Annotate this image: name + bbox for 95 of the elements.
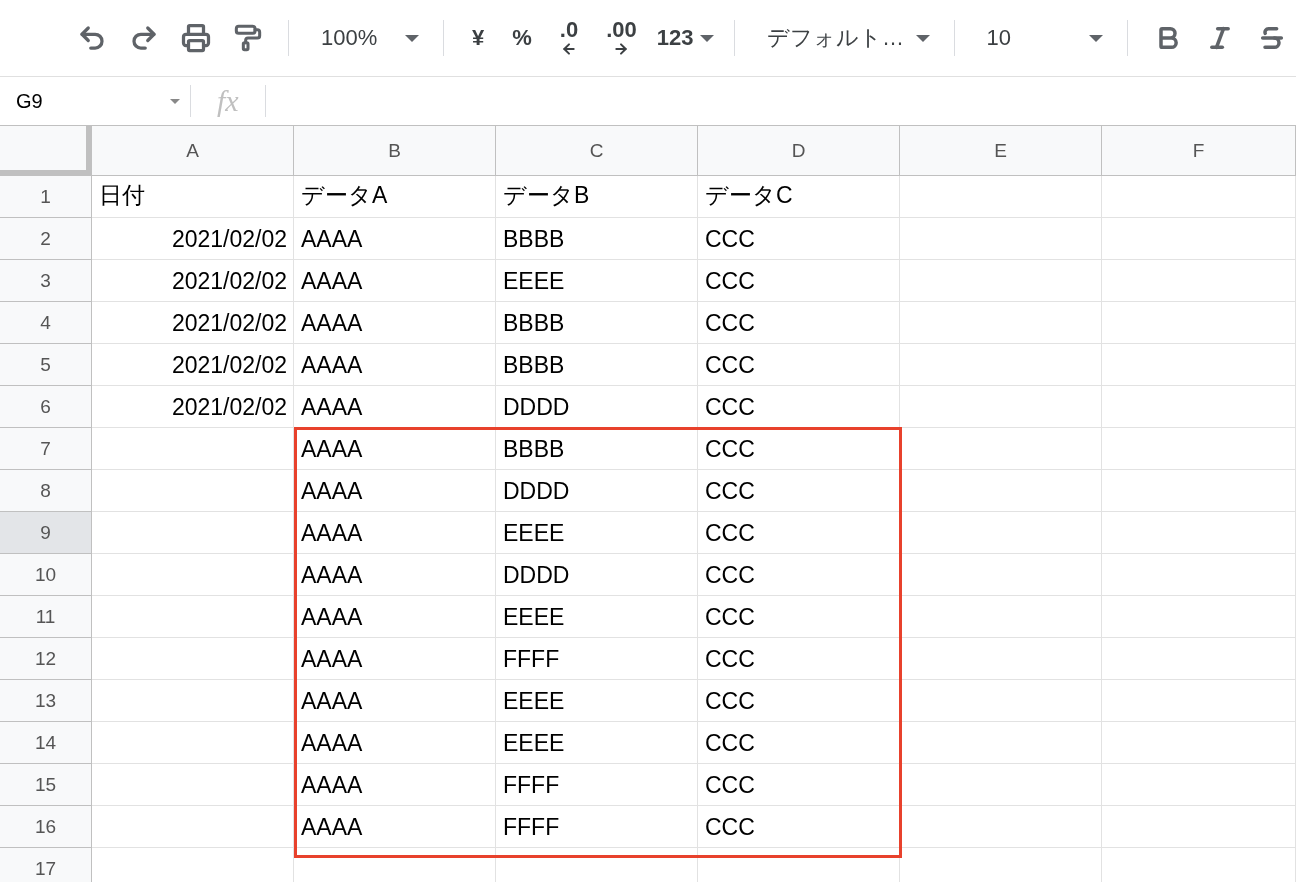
row-header[interactable]: 1	[0, 176, 92, 218]
table-cell: EEEE	[496, 512, 698, 554]
table-cell: CCC	[698, 722, 900, 764]
caret-icon	[915, 34, 930, 42]
currency-button[interactable]: ¥	[459, 18, 497, 58]
table-cell: BBBB	[496, 344, 698, 386]
row-header[interactable]: 7	[0, 428, 92, 470]
row-header[interactable]: 10	[0, 554, 92, 596]
table-cell: CCC	[698, 302, 900, 344]
table-cell: AAAA	[294, 512, 496, 554]
table-cell: AAAA	[294, 596, 496, 638]
paint-roller-icon	[234, 24, 263, 52]
table-cell: FFFF	[496, 764, 698, 806]
caret-icon	[405, 34, 420, 42]
caret-icon	[170, 98, 180, 104]
table-cell: AAAA	[294, 386, 496, 428]
printer-icon	[181, 23, 212, 53]
table-cell: AAAA	[294, 218, 496, 260]
undo-icon	[77, 23, 107, 53]
fx-label: fx	[216, 84, 240, 118]
format-dropdown[interactable]: 123	[652, 18, 718, 58]
table-cell: データC	[698, 176, 900, 218]
table-cell: データA	[294, 176, 496, 218]
table-cell: AAAA	[294, 344, 496, 386]
table-cell: AAAA	[294, 302, 496, 344]
table-cell: AAAA	[294, 260, 496, 302]
table-cell: データB	[496, 176, 698, 218]
table-cell: AAAA	[294, 680, 496, 722]
decrease-decimals-button[interactable]: .0	[547, 18, 591, 58]
row-header[interactable]: 8	[0, 470, 92, 512]
table-cell: CCC	[698, 428, 900, 470]
table-cell: 2021/02/02	[92, 302, 294, 344]
row-header[interactable]: 4	[0, 302, 92, 344]
row-header[interactable]: 17	[0, 848, 92, 882]
column-header[interactable]: A	[92, 126, 294, 176]
row-header[interactable]: 16	[0, 806, 92, 848]
table-cell: AAAA	[294, 638, 496, 680]
column-header[interactable]: B	[294, 126, 496, 176]
row-header[interactable]: 13	[0, 680, 92, 722]
table-cell: CCC	[698, 260, 900, 302]
table-cell: BBBB	[496, 218, 698, 260]
table-cell: AAAA	[294, 554, 496, 596]
table-cell: DDDD	[496, 470, 698, 512]
zoom-dropdown[interactable]: 100%	[305, 18, 428, 58]
row-header[interactable]: 15	[0, 764, 92, 806]
table-cell: 2021/02/02	[92, 386, 294, 428]
table-cell: EEEE	[496, 260, 698, 302]
table-cell: FFFF	[496, 638, 698, 680]
row-header[interactable]: 9	[0, 512, 92, 554]
column-header[interactable]: D	[698, 126, 900, 176]
row-header[interactable]: 2	[0, 218, 92, 260]
table-cell: CCC	[698, 638, 900, 680]
percent-button[interactable]: %	[500, 18, 544, 58]
table-cell: AAAA	[294, 428, 496, 470]
column-header[interactable]: E	[900, 126, 1102, 176]
table-cell: BBBB	[496, 302, 698, 344]
row-header[interactable]: 3	[0, 260, 92, 302]
table-cell: CCC	[698, 764, 900, 806]
table-cell: CCC	[698, 386, 900, 428]
row-header[interactable]: 12	[0, 638, 92, 680]
table-cell: 2021/02/02	[92, 344, 294, 386]
name-box[interactable]: G9	[0, 89, 190, 113]
table-cell: EEEE	[496, 596, 698, 638]
font-size-dropdown[interactable]: 10	[970, 18, 1111, 58]
increase-decimals-button[interactable]: .00	[594, 18, 649, 58]
table-cell: CCC	[698, 680, 900, 722]
table-cell: CCC	[698, 596, 900, 638]
row-header[interactable]: 11	[0, 596, 92, 638]
table-cell: 2021/02/02	[92, 260, 294, 302]
row-header[interactable]: 5	[0, 344, 92, 386]
table-cell: FFFF	[496, 806, 698, 848]
column-header[interactable]: C	[496, 126, 698, 176]
table-cell: EEEE	[496, 722, 698, 764]
caret-icon	[1088, 34, 1103, 42]
table-cell: 2021/02/02	[92, 218, 294, 260]
table-cell: DDDD	[496, 386, 698, 428]
table-cell: CCC	[698, 512, 900, 554]
table-cell: 日付	[92, 176, 294, 218]
table-cell: BBBB	[496, 428, 698, 470]
table-cell: CCC	[698, 344, 900, 386]
table-cell: EEEE	[496, 680, 698, 722]
font-dropdown[interactable]: デフォルト…	[750, 18, 938, 58]
table-cell: CCC	[698, 554, 900, 596]
table-cell: AAAA	[294, 806, 496, 848]
row-header[interactable]: 6	[0, 386, 92, 428]
table-cell: CCC	[698, 218, 900, 260]
table-cell: CCC	[698, 470, 900, 512]
table-cell: CCC	[698, 806, 900, 848]
caret-icon	[700, 34, 714, 42]
table-cell: AAAA	[294, 764, 496, 806]
column-header[interactable]: F	[1102, 126, 1296, 176]
table-cell: AAAA	[294, 722, 496, 764]
row-header[interactable]: 14	[0, 722, 92, 764]
table-cell: DDDD	[496, 554, 698, 596]
table-cell: AAAA	[294, 470, 496, 512]
